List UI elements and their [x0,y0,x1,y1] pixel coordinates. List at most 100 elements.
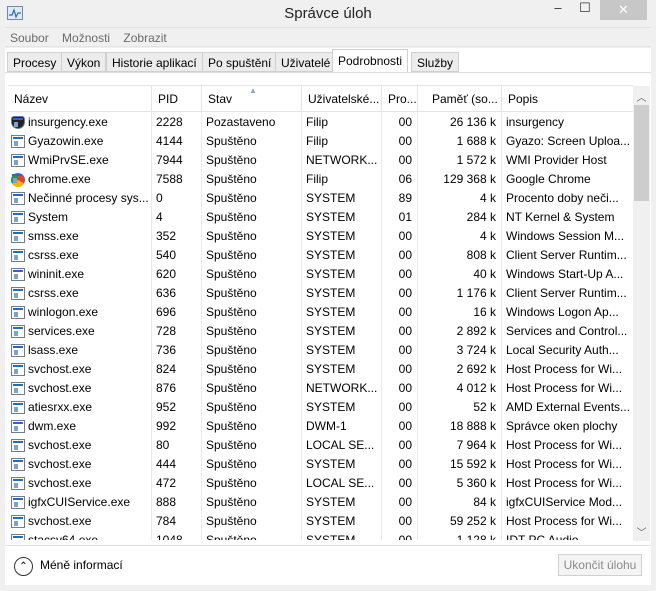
description: Services and Control... [506,324,628,338]
cell-memory: 3 724 k [418,341,502,360]
menu-soubor[interactable]: Soubor [5,28,54,48]
process-name: svchost.exe [28,457,92,471]
user: SYSTEM [306,191,356,205]
process-name: igfxCUIService.exe [28,495,131,509]
cell-description: Windows Session M... [502,227,633,246]
tab-historie-aplikaci[interactable]: Historie aplikací [106,52,203,72]
scrollbar-thumb[interactable] [634,105,649,201]
cell-pid: 952 [152,398,202,417]
process-name: dwm.exe [28,419,77,433]
memory: 7 964 k [456,438,496,452]
maximize-button[interactable]: ☐ [572,0,598,20]
cell-process-name: wininit.exe [8,265,152,284]
pid: 0 [156,191,163,205]
cell-cpu: 00 [382,341,418,360]
less-info-link[interactable]: Méně informací [40,558,123,572]
tab-procesy[interactable]: Procesy [7,52,63,72]
table-row[interactable]: lsass.exe 736 Spuštěno SYSTEM 00 3 724 k Local… [8,341,633,360]
tab-sluzby[interactable]: Služby [411,52,460,72]
table-row[interactable]: svchost.exe 80 Spuštěno LOCAL SE... 00 7 964 … [8,436,633,455]
cell-status: Spuštěno [202,284,302,303]
tab-vykon[interactable]: Výkon [61,52,107,72]
table-row[interactable]: svchost.exe 876 Spuštěno NETWORK... 00 4 012 … [8,379,633,398]
vertical-scrollbar[interactable]: ︿ ﹀ [633,86,650,541]
col-pid[interactable]: PID [152,86,202,112]
table-row[interactable]: chrome.exe 7588 Spuštěno Filip 06 129 368 k Go… [8,170,633,189]
cpu: 00 [398,533,412,540]
user: SYSTEM [306,267,356,281]
table-row[interactable]: svchost.exe 472 Spuštěno LOCAL SE... 00 5 360… [8,474,633,493]
scroll-down-icon[interactable]: ﹀ [633,524,650,539]
table-row[interactable]: stacsv64.exe 1048 Spuštěno SYSTEM 00 1 128 k I… [8,531,633,540]
table-row[interactable]: igfxCUIService.exe 888 Spuštěno SYSTEM 00 84 … [8,493,633,512]
cell-user: SYSTEM [302,455,382,474]
table-row[interactable]: csrss.exe 540 Spuštěno SYSTEM 00 808 k Client … [8,246,633,265]
cpu: 00 [398,115,412,129]
table-row[interactable]: smss.exe 352 Spuštěno SYSTEM 00 4 k Windows Se… [8,227,633,246]
menu-moznosti[interactable]: Možnosti [57,28,115,48]
col-pamet[interactable]: Paměť (so... [418,86,502,112]
table-row[interactable]: Gyazowin.exe 4144 Spuštěno Filip 00 1 688 k Gy… [8,132,633,151]
cell-memory: 1 128 k [418,531,502,540]
user: DWM-1 [306,419,347,433]
cell-cpu: 00 [382,113,418,132]
status: Pozastaveno [206,115,276,129]
table-row[interactable]: Nečinné procesy sys... 0 Spuštěno SYSTEM 89 4… [8,189,633,208]
process-icon [11,192,25,205]
table-row[interactable]: WmiPrvSE.exe 7944 Spuštěno NETWORK... 00 1 57… [8,151,633,170]
cell-pid: 876 [152,379,202,398]
pid: 728 [156,324,177,338]
chevron-up-icon[interactable]: ⌃ [14,557,33,576]
tab-podrobnosti[interactable]: Podrobnosti [332,49,409,73]
table-row[interactable]: svchost.exe 824 Spuštěno SYSTEM 00 2 692 k Hos… [8,360,633,379]
cell-description: AMD External Events... [502,398,633,417]
close-button[interactable]: ✕ [600,0,647,20]
cell-status: Spuštěno [202,189,302,208]
cell-user: SYSTEM [302,322,382,341]
table-row[interactable]: svchost.exe 444 Spuštěno SYSTEM 00 15 592 k Ho… [8,455,633,474]
cpu: 00 [398,495,412,509]
cell-description: Client Server Runtim... [502,246,633,265]
cell-status: Spuštěno [202,417,302,436]
table-row[interactable]: System 4 Spuštěno SYSTEM 01 284 k NT Kernel & … [8,208,633,227]
sort-ascending-icon: ▲ [249,86,257,95]
user: SYSTEM [306,286,356,300]
col-nazev[interactable]: Název [8,86,152,112]
cell-user: SYSTEM [302,341,382,360]
table-row[interactable]: csrss.exe 636 Spuštěno SYSTEM 00 1 176 k Clien… [8,284,633,303]
tab-po-spusteni[interactable]: Po spuštění [202,52,278,72]
minimize-button[interactable]: – [545,0,571,20]
scroll-up-icon[interactable]: ︿ [633,89,650,104]
menu-zobrazit[interactable]: Zobrazit [118,28,171,48]
description: Google Chrome [506,172,591,186]
table-row[interactable]: wininit.exe 620 Spuštěno SYSTEM 00 40 k Window… [8,265,633,284]
tab-uzivatele[interactable]: Uživatelé [275,52,337,72]
end-task-button[interactable]: Ukončit úlohu [558,554,642,576]
cell-description: Host Process for Wi... [502,474,633,493]
cell-pid: 7944 [152,151,202,170]
col-popis[interactable]: Popis [502,86,633,112]
cell-process-name: WmiPrvSE.exe [8,151,152,170]
memory: 59 252 k [449,514,496,528]
status: Spuštěno [206,381,257,395]
table-row[interactable]: atiesrxx.exe 952 Spuštěno SYSTEM 00 52 k AMD E… [8,398,633,417]
status: Spuštěno [206,286,257,300]
col-procesor[interactable]: Pro... [382,86,418,112]
cell-description: NT Kernel & System [502,208,633,227]
description: Host Process for Wi... [506,476,623,490]
cpu: 00 [398,153,412,167]
cell-description: Windows Start-Up A... [502,265,633,284]
table-row[interactable]: dwm.exe 992 Spuštěno DWM-1 00 18 888 k Správce… [8,417,633,436]
col-uzivatel[interactable]: Uživatelské... [302,86,382,112]
cell-process-name: Nečinné procesy sys... [8,189,152,208]
description: Gyazo: Screen Uploa... [506,134,631,148]
cpu: 00 [398,324,412,338]
table-row[interactable]: winlogon.exe 696 Spuštěno SYSTEM 00 16 k Windo… [8,303,633,322]
table-row[interactable]: svchost.exe 784 Spuštěno SYSTEM 00 59 252 k Ho… [8,512,633,531]
process-icon [11,458,25,471]
cell-description: Host Process for Wi... [502,436,633,455]
table-row[interactable]: insurgency.exe 2228 Pozastaveno Filip 00 26 1… [8,113,633,132]
cell-pid: 444 [152,455,202,474]
cell-user: LOCAL SE... [302,474,382,493]
table-row[interactable]: services.exe 728 Spuštěno SYSTEM 00 2 892 k Se… [8,322,633,341]
